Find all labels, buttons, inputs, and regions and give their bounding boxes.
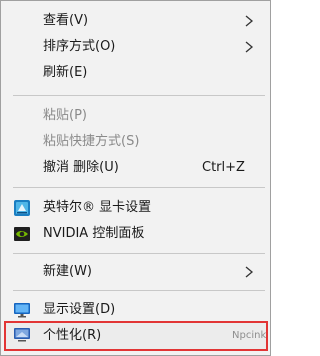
menu-item-personalize-label: 个性化(R) [43, 328, 102, 343]
menu-item-paste[interactable]: 粘贴(P) [1, 103, 270, 129]
menu-item-nvidia-label: NVIDIA 控制面板 [43, 226, 145, 241]
nvidia-icon [14, 227, 30, 241]
watermark-text: Npcink [232, 330, 267, 341]
chevron-right-icon [245, 266, 254, 278]
chevron-right-icon [245, 15, 254, 27]
menu-item-refresh-label: 刷新(E) [43, 65, 88, 80]
menu-item-paste-label: 粘贴(P) [43, 108, 87, 123]
menu-item-view-label: 查看(V) [43, 13, 89, 28]
menu-item-display-settings[interactable]: 显示设置(D) [1, 297, 270, 323]
menu-separator [13, 95, 265, 96]
menu-item-paste-shortcut-label: 粘贴快捷方式(S) [43, 134, 140, 149]
menu-item-sort-label: 排序方式(O) [43, 39, 116, 54]
menu-item-sort[interactable]: 排序方式(O) [1, 34, 270, 60]
menu-item-undo-delete[interactable]: 撤消 删除(U) Ctrl+Z [1, 155, 270, 181]
menu-item-view[interactable]: 查看(V) [1, 8, 270, 34]
menu-item-undo-delete-shortcut: Ctrl+Z [202, 160, 245, 175]
menu-item-refresh[interactable]: 刷新(E) [1, 60, 270, 86]
menu-item-personalize[interactable]: 个性化(R) Npcink [4, 321, 268, 351]
menu-item-paste-shortcut[interactable]: 粘贴快捷方式(S) [1, 129, 270, 155]
menu-item-intel-graphics-label: 英特尔® 显卡设置 [43, 200, 152, 215]
menu-item-new[interactable]: 新建(W) [1, 259, 270, 285]
menu-item-undo-delete-label: 撤消 删除(U) [43, 160, 119, 175]
chevron-right-icon [245, 41, 254, 53]
intel-graphics-icon [14, 200, 30, 216]
menu-item-nvidia[interactable]: NVIDIA 控制面板 [1, 221, 270, 247]
context-menu: 查看(V) 排序方式(O) 刷新(E) 粘贴(P) 粘贴快捷方式(S) 撤消 删… [0, 0, 271, 356]
menu-item-display-settings-label: 显示设置(D) [43, 302, 116, 317]
display-icon [14, 303, 30, 318]
menu-separator [13, 187, 265, 188]
personalize-icon [14, 328, 30, 342]
menu-item-new-label: 新建(W) [43, 264, 92, 279]
menu-separator [13, 290, 265, 291]
menu-item-intel-graphics[interactable]: 英特尔® 显卡设置 [1, 195, 270, 221]
menu-separator [13, 253, 265, 254]
